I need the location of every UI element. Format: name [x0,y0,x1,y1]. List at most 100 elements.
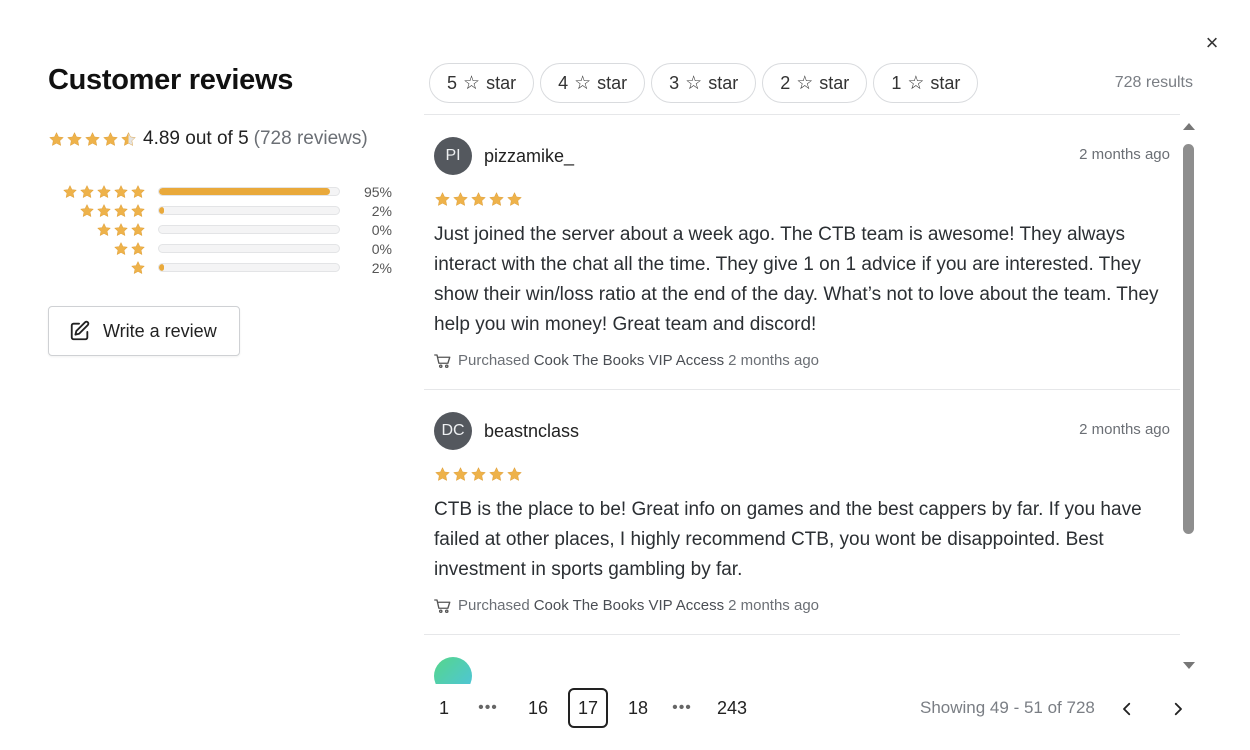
star-icon [452,191,469,208]
star-icon [488,191,505,208]
distribution-bar [158,244,340,253]
distribution-stars [48,184,146,200]
reviewer-name[interactable]: pizzamike_ [484,146,574,167]
average-text: 4.89 out of 5 [143,128,249,149]
edit-icon [70,320,90,341]
purchase-info: Purchased Cook The Books VIP Access 2 mont… [434,352,1170,369]
scroll-up-arrow-icon[interactable] [1183,123,1195,130]
pagination-page[interactable]: 1 [424,688,464,728]
purchase-date: 2 months ago [728,352,820,369]
distribution-stars [48,222,146,238]
distribution-bar [158,225,340,234]
star-icon [113,222,129,238]
star-outline-icon: ☆ [574,72,592,94]
review-stars [434,466,1170,483]
filter-number: 2 [780,72,791,93]
distribution-bar [158,206,340,215]
star-icon [506,191,523,208]
star-icon [79,184,95,200]
results-count: 728 results [1114,74,1193,91]
star-icon [488,466,505,483]
star-icon [130,184,146,200]
filter-2-star-button[interactable]: 2 ☆ star [762,63,868,103]
star-icon [113,184,129,200]
distribution-stars [48,260,146,276]
avatar: PI [434,137,472,175]
scroll-down-arrow-icon[interactable] [1183,662,1195,669]
review-card-partial [424,635,1180,684]
star-icon [102,131,119,148]
purchased-label: Purchased [458,352,530,369]
star-icon [66,131,83,148]
pagination: 1 ••• 16 17 18 ••• 243 [424,688,752,728]
distribution-stars [48,241,146,257]
filter-word: star [597,72,628,93]
distribution-percent: 0% [371,240,392,257]
avatar: DC [434,412,472,450]
distribution-row[interactable]: 2% [48,258,398,277]
pagination-page[interactable]: 16 [518,688,558,728]
filter-word: star [486,72,517,93]
write-review-label: Write a review [103,320,217,341]
cart-icon [434,353,451,368]
review-card: DC beastnclass 2 months ago CTB is the plac… [424,390,1180,635]
star-icon [130,241,146,257]
purchase-info: Purchased Cook The Books VIP Access 2 mont… [434,597,1170,614]
pagination-page[interactable]: 243 [712,688,752,728]
write-review-button[interactable]: Write a review [48,306,240,356]
distribution-row[interactable]: 95% [48,182,398,201]
star-icon [470,191,487,208]
distribution-percent: 0% [371,221,392,238]
star-icon [434,466,451,483]
product-name[interactable]: Cook The Books VIP Access [534,597,724,614]
pagination-current-page[interactable]: 17 [568,688,608,728]
star-outline-icon: ☆ [685,72,703,94]
cart-icon [434,598,451,613]
star-icon [470,466,487,483]
distribution-stars [48,203,146,219]
distribution-percent: 95% [363,183,392,200]
star-icon [96,203,112,219]
filter-number: 1 [891,72,902,93]
pagination-page[interactable]: 18 [618,688,658,728]
star-icon [434,191,451,208]
review-list[interactable]: PI pizzamike_ 2 months ago Just joined the … [424,114,1180,684]
product-name[interactable]: Cook The Books VIP Access [534,352,724,369]
distribution-row[interactable]: 2% [48,201,398,220]
distribution-percent: 2% [371,202,392,219]
purchase-date: 2 months ago [728,597,820,614]
star-icon [62,184,78,200]
filter-4-star-button[interactable]: 4 ☆ star [540,63,646,103]
filter-word: star [708,72,739,93]
distribution-bar-fill [159,207,165,214]
reviewer-name[interactable]: beastnclass [484,421,579,442]
distribution-row[interactable]: 0% [48,239,398,258]
distribution-percent: 2% [371,259,392,276]
filter-1-star-button[interactable]: 1 ☆ star [873,63,979,103]
filter-number: 3 [669,72,680,93]
filter-3-star-button[interactable]: 3 ☆ star [651,63,757,103]
chevron-right-icon[interactable] [1163,694,1193,724]
filter-word: star [930,72,961,93]
chevron-left-icon[interactable] [1112,694,1142,724]
review-text: Just joined the server about a week ago.… [434,224,1159,335]
filter-number: 5 [447,72,458,93]
star-icon [130,203,146,219]
star-icon [130,260,146,276]
average-stars [48,131,137,148]
review-date: 2 months ago [1079,146,1170,163]
star-icon [48,131,65,148]
star-icon [84,131,101,148]
review-stars [434,191,1170,208]
scrollbar-thumb[interactable] [1183,144,1194,534]
filter-5-star-button[interactable]: 5 ☆ star [429,63,535,103]
review-list-scrollbar[interactable] [1181,120,1197,680]
page-title: Customer reviews [48,64,294,96]
distribution-row[interactable]: 0% [48,220,398,239]
filter-word: star [819,72,850,93]
star-filter-group: 5 ☆ star 4 ☆ star 3 ☆ star 2 ☆ star 1 ☆ star [429,63,979,103]
avatar [434,657,472,684]
distribution-bar [158,263,340,272]
star-icon [120,131,137,148]
close-icon[interactable]: × [1203,32,1221,54]
